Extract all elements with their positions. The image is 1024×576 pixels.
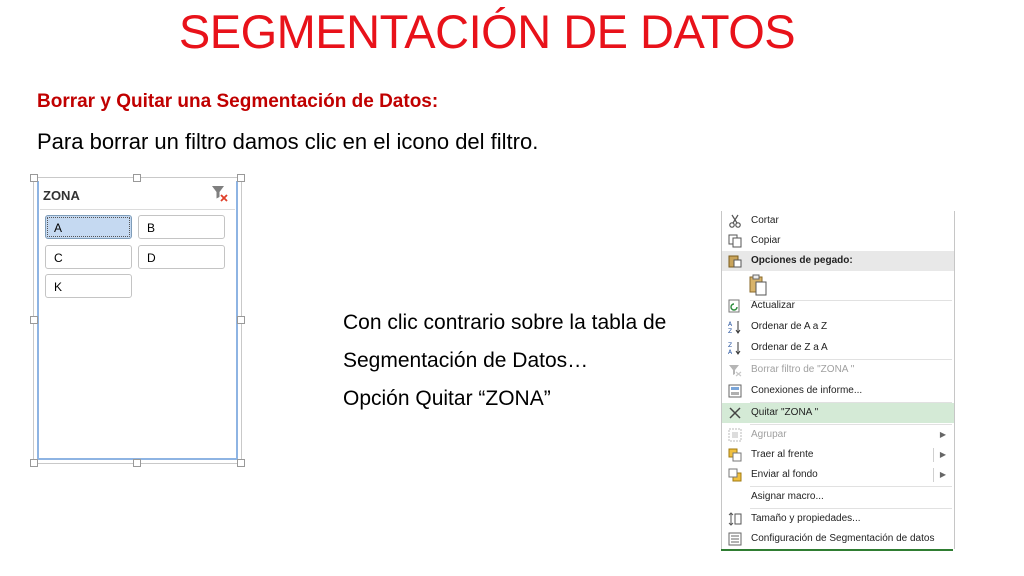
side-text-line-3: Opción Quitar “ZONA”: [343, 387, 551, 410]
slide-subtitle: Borrar y Quitar una Segmentación de Dato…: [37, 91, 439, 112]
slicer-header-divider: [40, 209, 235, 210]
menu-item-label: Configuración de Segmentación de datos: [751, 533, 935, 544]
slicer-item-b[interactable]: B: [138, 215, 225, 239]
resize-handle-bottom-left[interactable]: [30, 459, 38, 467]
zona-slicer[interactable]: ZONA A B C D K: [30, 174, 245, 467]
bring-front-icon: [728, 448, 742, 462]
menu-item-label: Tamaño y propiedades...: [751, 513, 861, 524]
svg-text:A: A: [728, 349, 733, 355]
side-text-line-1: Con clic contrario sobre la tabla de: [343, 311, 667, 334]
svg-text:A: A: [728, 321, 733, 328]
resize-handle-right[interactable]: [237, 316, 245, 324]
menu-item-label: Ordenar de A a Z: [751, 321, 828, 332]
context-menu: Cortar Copiar Opciones de pegado: Actual…: [721, 211, 955, 549]
menu-item-agrupar: Agrupar ▶: [722, 425, 954, 445]
size-properties-icon: [728, 512, 742, 526]
sort-az-icon: A Z: [728, 321, 741, 334]
menu-item-label: Asignar macro...: [751, 491, 824, 502]
slicer-header: ZONA: [43, 188, 80, 203]
paste-option-icon[interactable]: [749, 274, 767, 296]
menu-item-size-properties[interactable]: Tamaño y propiedades...: [722, 509, 954, 529]
menu-item-send-back[interactable]: Enviar al fondo ▶: [722, 465, 954, 485]
send-back-icon: [728, 468, 742, 482]
slicer-item-c[interactable]: C: [45, 245, 132, 269]
menu-item-label: Agrupar: [751, 429, 787, 440]
menu-item-quitar-zona[interactable]: Quitar "ZONA ": [722, 403, 954, 423]
menu-item-label: Enviar al fondo: [751, 469, 818, 480]
instruction-paragraph: Para borrar un filtro damos clic en el i…: [37, 129, 539, 154]
resize-handle-top-left[interactable]: [30, 174, 38, 182]
submenu-arrow-icon[interactable]: ▶: [940, 445, 946, 465]
submenu-arrow-icon: ▶: [939, 430, 946, 439]
menu-item-slicer-settings[interactable]: Configuración de Segmentación de datos: [722, 529, 954, 549]
menu-item-cortar[interactable]: Cortar: [722, 211, 954, 231]
menu-item-report-connections[interactable]: Conexiones de informe...: [722, 381, 954, 401]
sheet-selection-edge: [721, 549, 953, 551]
resize-handle-top-right[interactable]: [237, 174, 245, 182]
remove-x-icon: [729, 407, 741, 419]
slicer-item-a[interactable]: A: [45, 215, 132, 239]
resize-handle-bottom-right[interactable]: [237, 459, 245, 467]
resize-handle-top[interactable]: [133, 174, 141, 182]
menu-item-label: Borrar filtro de "ZONA ": [751, 364, 855, 375]
menu-item-paste-option[interactable]: [722, 271, 954, 299]
menu-item-bring-front[interactable]: Traer al frente ▶: [722, 445, 954, 465]
clear-filter-icon[interactable]: [211, 184, 229, 202]
slicer-item-d[interactable]: D: [138, 245, 225, 269]
paste-icon: [728, 255, 742, 268]
menu-item-label: Opciones de pegado:: [751, 255, 853, 266]
menu-item-sort-az[interactable]: A Z Ordenar de A a Z: [722, 317, 954, 337]
slide-title: SEGMENTACIÓN DE DATOS: [178, 5, 796, 58]
group-icon: [728, 428, 742, 442]
menu-item-label: Traer al frente: [751, 449, 814, 460]
connections-icon: [728, 384, 742, 398]
menu-header-paste-options: Opciones de pegado:: [722, 251, 954, 271]
menu-item-assign-macro[interactable]: Asignar macro...: [722, 487, 954, 507]
menu-item-copiar[interactable]: Copiar: [722, 231, 954, 251]
resize-handle-bottom[interactable]: [133, 459, 141, 467]
menu-item-actualizar[interactable]: Actualizar: [722, 296, 954, 316]
slicer-item-k[interactable]: K: [45, 274, 132, 298]
scissors-icon: [729, 214, 741, 228]
svg-text:Z: Z: [728, 342, 732, 349]
split-divider: [933, 448, 934, 462]
menu-item-label: Copiar: [751, 235, 781, 246]
menu-item-clear-filter: Borrar filtro de "ZONA ": [722, 360, 954, 380]
svg-text:Z: Z: [728, 328, 732, 334]
refresh-icon: [728, 299, 740, 313]
sort-za-icon: Z A: [728, 342, 741, 355]
menu-item-label: Actualizar: [751, 300, 795, 311]
split-divider: [933, 468, 934, 482]
menu-item-label: Quitar "ZONA ": [751, 407, 819, 418]
slicer-settings-icon: [728, 532, 742, 546]
submenu-arrow-icon[interactable]: ▶: [940, 465, 946, 485]
copy-icon: [728, 234, 742, 248]
resize-handle-left[interactable]: [30, 316, 38, 324]
menu-item-label: Conexiones de informe...: [751, 385, 863, 396]
clear-filter-icon: [729, 365, 742, 377]
menu-item-label: Cortar: [751, 215, 779, 226]
menu-item-sort-za[interactable]: Z A Ordenar de Z a A: [722, 338, 954, 358]
menu-item-label: Ordenar de Z a A: [751, 342, 828, 353]
side-text-line-2: Segmentación de Datos…: [343, 349, 589, 372]
